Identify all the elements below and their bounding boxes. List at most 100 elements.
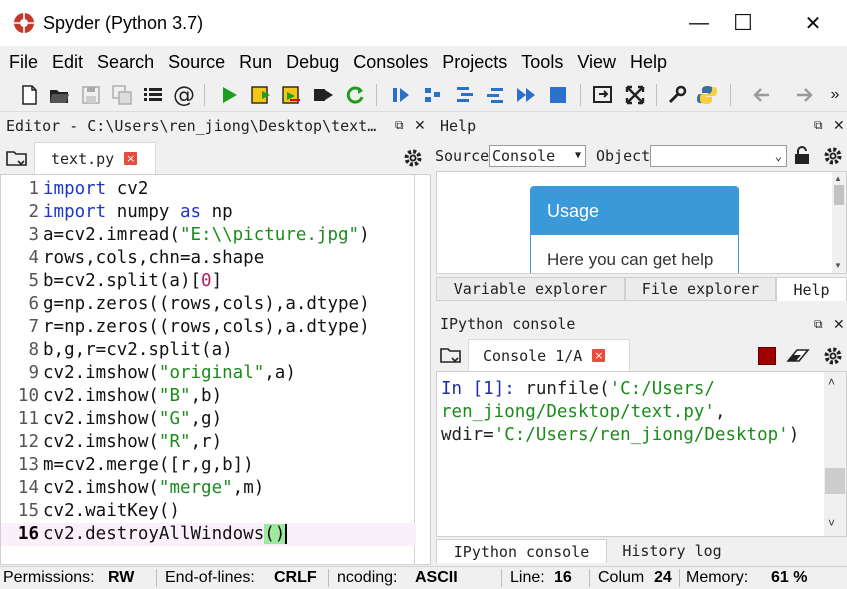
browse-tabs-icon[interactable] xyxy=(6,149,28,167)
tab-file-explorer-label: File explorer xyxy=(641,280,760,298)
menu-consoles[interactable]: Consoles xyxy=(353,52,428,73)
line-number: 14 xyxy=(17,478,39,498)
tab-text-py[interactable]: text.py × xyxy=(34,142,156,174)
open-file-icon[interactable] xyxy=(46,82,72,108)
console-token: 1 xyxy=(483,379,494,399)
editor-close-pane-icon[interactable]: ✕ xyxy=(414,117,426,134)
source-combobox[interactable]: Console ▼ xyxy=(489,145,586,167)
back-icon[interactable] xyxy=(748,82,774,108)
save-icon[interactable] xyxy=(78,82,104,108)
code-line[interactable]: 3 a=cv2.imread("E:\\picture.jpg") xyxy=(1,224,416,247)
tab-history-log[interactable]: History log xyxy=(607,539,737,563)
tab-variable-explorer[interactable]: Variable explorer xyxy=(436,277,625,301)
close-console-tab-icon[interactable]: × xyxy=(592,349,606,362)
tools-icon[interactable] xyxy=(664,82,690,108)
tab-console-1a[interactable]: Console 1/A × xyxy=(468,339,630,371)
help-undock-icon[interactable]: ⧉ xyxy=(814,118,823,133)
menu-source[interactable]: Source xyxy=(168,52,225,73)
step-return-icon[interactable] xyxy=(482,82,508,108)
menu-tools[interactable]: Tools xyxy=(521,52,563,73)
step-icon[interactable] xyxy=(420,82,446,108)
line-number: 6 xyxy=(28,294,39,314)
eraser-icon[interactable] xyxy=(786,347,810,365)
code-line[interactable]: 7 r=np.zeros((rows,cols),a.dtype) xyxy=(1,316,416,339)
code-line[interactable]: 1 import cv2 xyxy=(1,178,416,201)
editor-undock-icon[interactable]: ⧉ xyxy=(395,118,404,133)
save-all-icon[interactable] xyxy=(109,82,135,108)
menu-search[interactable]: Search xyxy=(97,52,154,73)
outline-icon[interactable] xyxy=(140,82,166,108)
chevron-down-icon: ⌄ xyxy=(774,149,782,163)
object-combobox[interactable]: ⌄ xyxy=(650,145,787,167)
code-line[interactable]: 14 cv2.imshow("merge",m) xyxy=(1,477,416,500)
code-line[interactable]: 16 cv2.destroyAllWindows() xyxy=(1,523,416,546)
step-into-icon[interactable] xyxy=(452,82,478,108)
maximize-button[interactable]: ☐ xyxy=(720,0,766,46)
close-button[interactable]: ✕ xyxy=(790,0,836,46)
new-file-icon[interactable] xyxy=(16,82,42,108)
menu-view[interactable]: View xyxy=(577,52,616,73)
help-scrollbar-thumb[interactable] xyxy=(834,185,844,205)
console-token: , xyxy=(714,402,726,422)
console-scrollbar-thumb[interactable] xyxy=(825,468,845,494)
stop-kernel-icon[interactable] xyxy=(758,347,776,365)
browse-console-tabs-icon[interactable] xyxy=(440,346,462,364)
code-token: np xyxy=(201,202,233,222)
run-cell-advance-icon[interactable] xyxy=(279,82,305,108)
run-selection-icon[interactable] xyxy=(310,82,336,108)
code-line[interactable]: 11 cv2.imshow("G",g) xyxy=(1,408,416,431)
menu-projects[interactable]: Projects xyxy=(442,52,507,73)
lock-icon[interactable] xyxy=(793,145,811,165)
menu-debug[interactable]: Debug xyxy=(286,52,339,73)
editor-options-gear-icon[interactable] xyxy=(403,148,423,168)
help-close-pane-icon[interactable]: ✕ xyxy=(833,117,845,134)
console-undock-icon[interactable]: ⧉ xyxy=(814,317,823,332)
code-line[interactable]: 6 g=np.zeros((rows,cols),a.dtype) xyxy=(1,293,416,316)
code-editor[interactable]: 1 import cv2 2 import numpy as np 3 a=cv2.imr… xyxy=(0,174,431,565)
line-value: 16 xyxy=(554,569,572,586)
rerun-icon[interactable] xyxy=(342,82,368,108)
console-token: 'C:/Users/ren_jiong/Desktop' xyxy=(493,425,789,445)
console-scrollbar[interactable]: ˄ ˅ xyxy=(824,372,846,536)
run-icon[interactable] xyxy=(216,82,242,108)
code-line[interactable]: 8 b,g,r=cv2.split(a) xyxy=(1,339,416,362)
code-line[interactable]: 5 b=cv2.split(a)[0] xyxy=(1,270,416,293)
code-line[interactable]: 15 cv2.waitKey() xyxy=(1,500,416,523)
code-line[interactable]: 13 m=cv2.merge([r,g,b]) xyxy=(1,454,416,477)
editor-pane-header: Editor - C:\Users\ren_jiong\Desktop\text… xyxy=(0,113,431,139)
menu-help[interactable]: Help xyxy=(630,52,667,73)
continue-icon[interactable] xyxy=(513,82,539,108)
code-token: b,g,r=cv2.split(a) xyxy=(43,340,233,360)
menu-run[interactable]: Run xyxy=(239,52,272,73)
window-title: Spyder (Python 3.7) xyxy=(43,12,204,33)
tab-help[interactable]: Help xyxy=(776,277,847,301)
debug-icon[interactable] xyxy=(388,82,414,108)
code-line[interactable]: 9 cv2.imshow("original",a) xyxy=(1,362,416,385)
code-line[interactable]: 12 cv2.imshow("R",r) xyxy=(1,431,416,454)
code-line[interactable]: 10 cv2.imshow("B",b) xyxy=(1,385,416,408)
ipython-console[interactable]: ˄ ˅ In [1]: runfile('C:/Users/ren_jiong/… xyxy=(436,371,847,537)
console-close-pane-icon[interactable]: ✕ xyxy=(833,316,845,333)
tab-file-explorer[interactable]: File explorer xyxy=(625,277,776,301)
fullscreen-icon[interactable] xyxy=(622,82,648,108)
menu-file[interactable]: File xyxy=(9,52,38,73)
maximize-pane-icon[interactable] xyxy=(590,82,616,108)
menu-edit[interactable]: Edit xyxy=(52,52,83,73)
code-token: cv2.destroyAllWindows xyxy=(43,524,265,544)
stop-icon[interactable] xyxy=(545,82,571,108)
source-label: Source xyxy=(435,147,490,165)
run-cell-icon[interactable] xyxy=(248,82,274,108)
tab-ipython-console[interactable]: IPython console xyxy=(436,539,607,563)
code-line[interactable]: 4 rows,cols,chn=a.shape xyxy=(1,247,416,270)
minimize-button[interactable]: — xyxy=(676,0,722,46)
console-options-gear-icon[interactable] xyxy=(823,346,843,366)
close-tab-icon[interactable]: × xyxy=(124,152,138,165)
at-icon[interactable]: @ xyxy=(171,82,197,108)
console-header-title: IPython console xyxy=(440,315,576,333)
python-path-icon[interactable] xyxy=(694,82,720,108)
forward-icon[interactable] xyxy=(792,82,818,108)
help-options-gear-icon[interactable] xyxy=(823,146,843,166)
code-line[interactable]: 2 import numpy as np xyxy=(1,201,416,224)
more-icon[interactable]: » xyxy=(826,82,844,108)
help-scrollbar[interactable]: ▲ ▼ xyxy=(832,172,846,273)
